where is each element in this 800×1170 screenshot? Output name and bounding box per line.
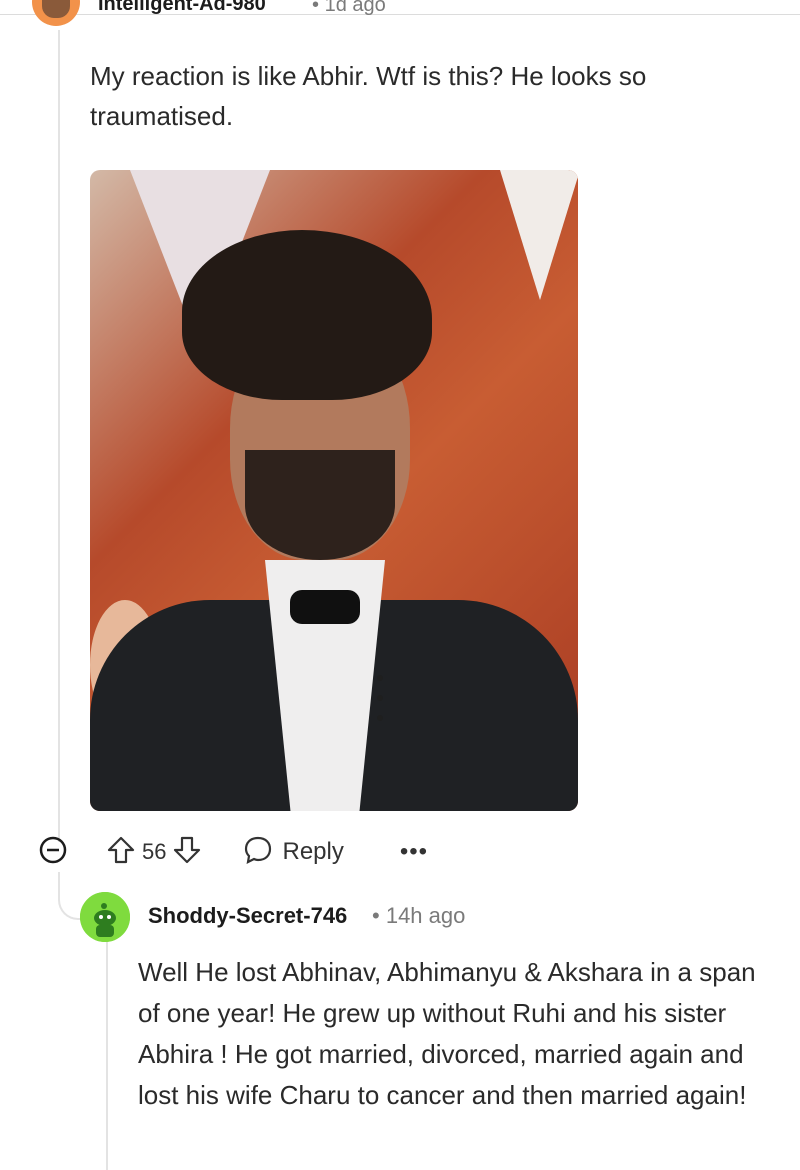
comment-timestamp: • 1d ago [312,0,386,17]
separator-dot: • [312,0,320,16]
reply-label: Reply [282,838,344,865]
comment-username[interactable]: Shoddy-Secret-746 [148,903,347,929]
collapse-icon[interactable] [38,835,68,870]
downvote-icon[interactable] [172,835,202,870]
comment-timestamp: • 14h ago [372,903,466,928]
avatar-icon[interactable] [80,892,130,942]
reply-bubble-icon [242,834,274,871]
vote-count: 56 [142,839,167,864]
thread-line-bottom [106,940,108,1170]
comment-actions: 56 Reply ••• [38,832,428,872]
separator-dot: • [372,903,380,928]
thread-line-top [58,30,60,842]
comment-body: My reaction is like Abhir. Wtf is this? … [90,61,647,131]
comment-image[interactable] [90,170,578,811]
comment-body: Well He lost Abhinav, Abhimanyu & Akshar… [138,957,756,1110]
avatar-icon[interactable] [32,0,80,26]
comment-username[interactable]: Intelligent-Ad-980 [98,0,266,30]
more-options-icon[interactable]: ••• [400,838,428,866]
reply-button[interactable]: Reply [242,834,344,871]
upvote-icon[interactable] [106,835,136,870]
